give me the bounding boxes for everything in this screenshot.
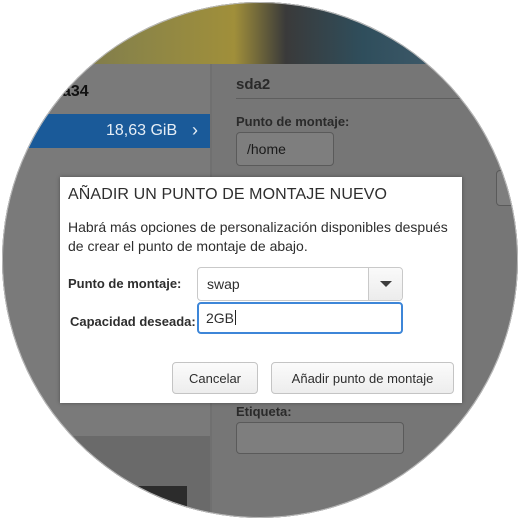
desktop-wallpaper <box>2 2 518 64</box>
label-field[interactable] <box>236 422 404 454</box>
side-button[interactable] <box>496 170 518 206</box>
mount-point-field[interactable]: /home <box>236 132 334 166</box>
selected-device-row[interactable]: 18,63 GiB › <box>2 114 210 148</box>
mount-point-combobox[interactable]: swap <box>197 267 403 301</box>
add-mount-point-button[interactable]: Añadir punto de montaje <box>271 362 454 394</box>
cancel-button[interactable]: Cancelar <box>172 362 258 394</box>
mount-point-label: Punto de montaje: <box>236 114 350 129</box>
capacity-label: Capacidad deseada: <box>70 314 196 329</box>
dropdown-button[interactable] <box>368 268 402 300</box>
capacity-input[interactable]: 2GB <box>197 302 403 334</box>
mount-point-label: Punto de montaje: <box>68 276 182 291</box>
device-name: sda2 <box>236 76 271 93</box>
add-mount-point-dialog: AÑADIR UN PUNTO DE MONTAJE NUEVO Habrá m… <box>60 177 462 403</box>
capacity-value: 2GB <box>206 310 235 326</box>
triangle-down-icon <box>380 281 392 287</box>
mount-point-value[interactable]: swap <box>207 276 240 292</box>
divider <box>236 98 518 99</box>
dialog-title: AÑADIR UN PUNTO DE MONTAJE NUEVO <box>68 186 388 203</box>
installer-screen: a34 18,63 GiB › sda2 Punto de montaje: /… <box>2 2 518 518</box>
selected-device-size: 18,63 GiB <box>106 122 178 139</box>
text-cursor <box>235 310 237 325</box>
label-label: Etiqueta: <box>236 404 292 419</box>
chevron-right-icon: › <box>192 120 198 140</box>
footer-button[interactable] <box>112 486 187 518</box>
device-list-header: a34 <box>2 72 210 112</box>
dialog-description: Habrá más opciones de personalización di… <box>68 219 448 254</box>
